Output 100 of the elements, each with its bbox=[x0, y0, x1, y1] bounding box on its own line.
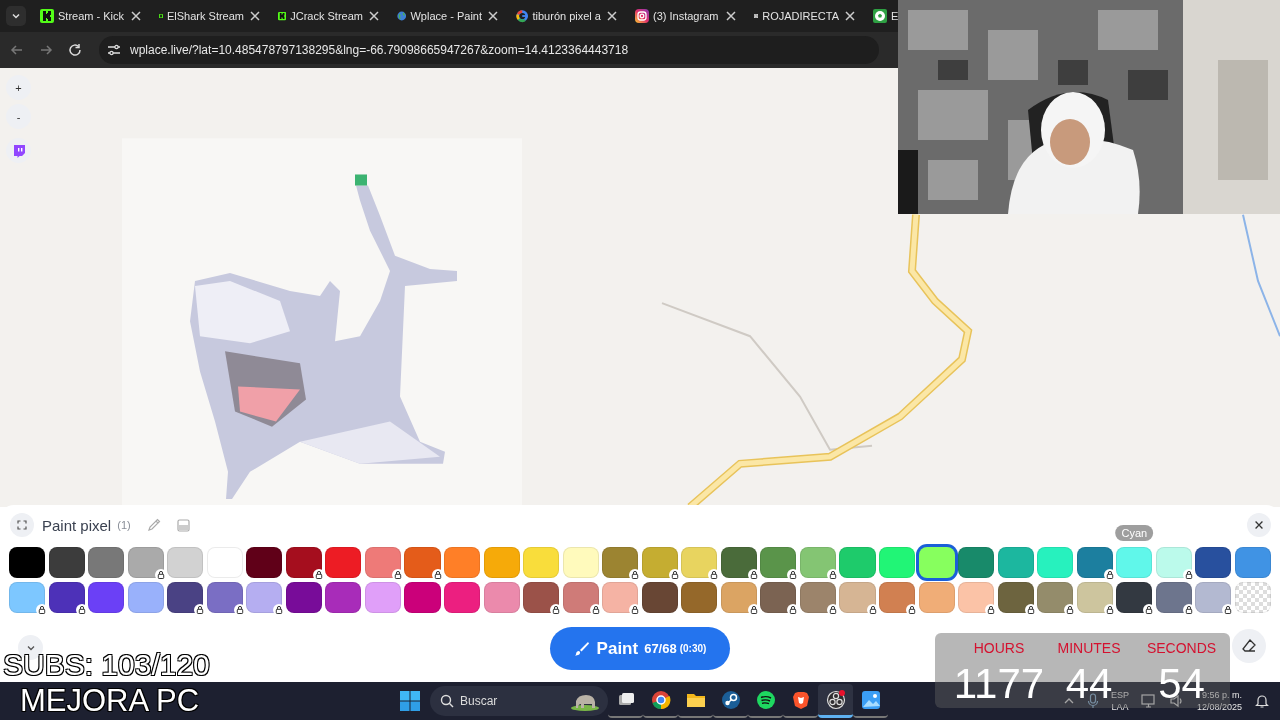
eraser-icon bbox=[1241, 638, 1257, 654]
monitor-icon[interactable] bbox=[1140, 693, 1157, 709]
color-swatch[interactable] bbox=[839, 582, 876, 613]
color-swatch[interactable] bbox=[483, 582, 520, 613]
color-swatch[interactable] bbox=[839, 547, 876, 578]
close-icon[interactable] bbox=[605, 9, 619, 23]
browser-tab[interactable]: tiburón pixel a bbox=[508, 3, 627, 29]
color-swatch[interactable] bbox=[1037, 547, 1074, 578]
color-swatch[interactable] bbox=[285, 582, 322, 613]
chrome-icon bbox=[650, 690, 671, 710]
color-swatch[interactable] bbox=[1076, 582, 1113, 613]
color-swatch[interactable] bbox=[958, 547, 995, 578]
color-swatch[interactable] bbox=[127, 547, 164, 578]
transparent-swatch[interactable] bbox=[1234, 582, 1271, 613]
color-swatch[interactable] bbox=[523, 547, 560, 578]
color-swatch[interactable] bbox=[48, 582, 85, 613]
color-swatch[interactable] bbox=[879, 582, 916, 613]
color-swatch[interactable] bbox=[364, 547, 401, 578]
color-swatch[interactable] bbox=[9, 582, 46, 613]
eraser-button[interactable] bbox=[1232, 629, 1266, 663]
browser-tab[interactable]: Wplace - Paint bbox=[389, 3, 508, 29]
channel-title-text: MEJORA PC bbox=[20, 685, 200, 716]
close-icon[interactable] bbox=[843, 9, 857, 23]
browser-tab[interactable]: (3) Instagram bbox=[627, 3, 746, 29]
color-swatch[interactable] bbox=[799, 547, 836, 578]
taskbar-app[interactable] bbox=[818, 684, 853, 718]
color-swatch[interactable] bbox=[602, 547, 639, 578]
color-swatch[interactable] bbox=[918, 582, 955, 613]
color-swatch[interactable] bbox=[879, 547, 916, 578]
color-swatch[interactable] bbox=[997, 547, 1034, 578]
color-swatch[interactable] bbox=[325, 582, 362, 613]
address-bar[interactable]: wplace.live/?lat=10.485478797138295&lng=-66.79098665947267&zoom=14.4123364443718 bbox=[99, 36, 879, 64]
globe-icon bbox=[397, 9, 407, 23]
browser-tab[interactable]: ROJADIRECTA bbox=[746, 3, 865, 29]
search-field[interactable]: Buscar bbox=[430, 686, 608, 716]
color-swatch[interactable] bbox=[681, 547, 718, 578]
color-swatch[interactable] bbox=[167, 582, 204, 613]
color-swatch[interactable] bbox=[1234, 547, 1271, 578]
close-icon[interactable] bbox=[367, 9, 381, 23]
pixel-count: (1) bbox=[117, 519, 131, 531]
color-swatch[interactable] bbox=[760, 547, 797, 578]
color-swatch[interactable] bbox=[444, 582, 481, 613]
close-icon[interactable] bbox=[129, 9, 143, 23]
color-swatch[interactable] bbox=[1195, 582, 1232, 613]
reload-icon[interactable] bbox=[67, 42, 83, 58]
color-swatch[interactable] bbox=[562, 582, 599, 613]
color-swatch[interactable] bbox=[799, 582, 836, 613]
color-swatch[interactable] bbox=[760, 582, 797, 613]
color-swatch[interactable] bbox=[602, 582, 639, 613]
color-swatch[interactable] bbox=[997, 582, 1034, 613]
fullscreen-button[interactable] bbox=[10, 513, 34, 537]
paint-button[interactable]: Paint 67/68 (0:30) bbox=[550, 627, 730, 670]
color-swatch[interactable] bbox=[681, 582, 718, 613]
color-swatch[interactable] bbox=[641, 547, 678, 578]
color-swatch[interactable] bbox=[1037, 582, 1074, 613]
language-indicator[interactable]: ESP LAA bbox=[1110, 689, 1129, 713]
color-swatch[interactable] bbox=[444, 547, 481, 578]
color-swatch[interactable] bbox=[404, 582, 441, 613]
color-swatch[interactable] bbox=[641, 582, 678, 613]
color-swatch[interactable] bbox=[1155, 582, 1192, 613]
color-swatch[interactable] bbox=[48, 547, 85, 578]
tune-icon[interactable] bbox=[107, 43, 121, 57]
browser-tab[interactable]: JCrack Stream bbox=[270, 3, 389, 29]
color-swatch[interactable] bbox=[1155, 547, 1192, 578]
panel-title: Paint pixel bbox=[42, 516, 112, 534]
color-swatch[interactable] bbox=[483, 547, 520, 578]
bell-icon[interactable] bbox=[1254, 693, 1270, 709]
color-swatch[interactable] bbox=[1076, 547, 1113, 578]
color-swatch[interactable] bbox=[88, 547, 125, 578]
color-swatch[interactable] bbox=[958, 582, 995, 613]
windows-icon[interactable] bbox=[399, 690, 421, 712]
color-swatch[interactable] bbox=[720, 582, 757, 613]
color-swatch[interactable] bbox=[206, 582, 243, 613]
color-swatch[interactable] bbox=[1116, 582, 1153, 613]
color-swatch[interactable] bbox=[562, 547, 599, 578]
close-button[interactable] bbox=[1247, 513, 1271, 537]
browser-tab[interactable]: Stream - Kick bbox=[32, 3, 151, 29]
color-swatch[interactable] bbox=[918, 547, 955, 578]
color-swatch[interactable] bbox=[9, 547, 46, 578]
color-swatch[interactable] bbox=[364, 582, 401, 613]
color-swatch[interactable] bbox=[246, 547, 283, 578]
close-icon[interactable] bbox=[724, 9, 738, 23]
color-swatch[interactable] bbox=[1195, 547, 1232, 578]
browser-tab[interactable]: ElShark Stream bbox=[151, 3, 270, 29]
color-swatch[interactable] bbox=[523, 582, 560, 613]
close-icon[interactable] bbox=[248, 9, 262, 23]
color-swatch[interactable] bbox=[167, 547, 204, 578]
close-icon[interactable] bbox=[486, 9, 500, 23]
color-swatch[interactable] bbox=[325, 547, 362, 578]
browser-tab[interactable]: E bbox=[865, 3, 900, 29]
color-swatch[interactable] bbox=[404, 547, 441, 578]
tab-list-button[interactable] bbox=[6, 6, 26, 26]
color-swatch[interactable] bbox=[88, 582, 125, 613]
color-swatch[interactable] bbox=[246, 582, 283, 613]
color-swatch[interactable] bbox=[127, 582, 164, 613]
color-swatch[interactable] bbox=[720, 547, 757, 578]
timer-label: SECONDS bbox=[1146, 640, 1217, 656]
color-swatch[interactable] bbox=[285, 547, 322, 578]
close-icon bbox=[1253, 519, 1265, 531]
spotify-icon bbox=[755, 690, 776, 710]
